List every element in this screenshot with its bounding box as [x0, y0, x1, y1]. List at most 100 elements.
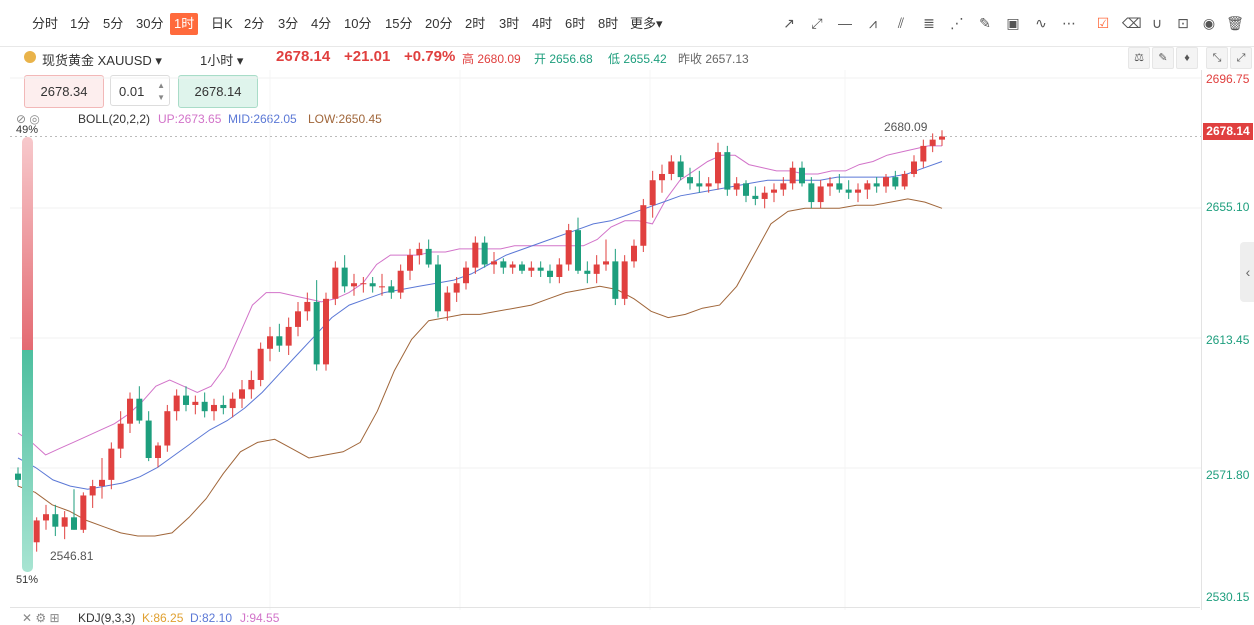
fibonacci-icon[interactable]: ≣: [920, 14, 938, 32]
timeframe-3[interactable]: 30分: [132, 13, 167, 35]
polyline-icon[interactable]: ⩘: [864, 14, 882, 32]
candle-body: [939, 136, 945, 140]
candle-body: [911, 161, 917, 174]
candle: [295, 301, 301, 337]
lock-icon[interactable]: ⊡: [1174, 14, 1192, 32]
candle: [71, 489, 77, 530]
candle-body: [229, 398, 236, 409]
candle: [612, 248, 619, 306]
timeframe-16[interactable]: 8时: [594, 13, 622, 35]
candle-body: [220, 404, 227, 409]
timeframe-11[interactable]: 20分: [421, 13, 456, 35]
symbol-selector[interactable]: 现货黄金 XAUUSD ▾: [42, 50, 162, 69]
horizontal-line-icon[interactable]: —: [836, 14, 854, 32]
candle: [631, 239, 637, 268]
wave-icon[interactable]: ∿: [1032, 14, 1050, 32]
candle-body: [659, 173, 665, 181]
candle-body: [677, 161, 684, 178]
fullscreen-icon[interactable]: ⤢: [1230, 47, 1252, 69]
boll-upper-line: [17, 145, 942, 456]
candle: [640, 198, 647, 253]
candle: [687, 167, 693, 190]
candle: [939, 130, 945, 146]
candle: [257, 342, 264, 387]
sentiment-top-pct: 49%: [16, 124, 39, 136]
kdj-controls-icon[interactable]: ✕ ⚙ ⊞: [22, 611, 60, 625]
magnet-icon[interactable]: ∪: [1148, 14, 1166, 32]
more-tools-icon[interactable]: ⋯: [1060, 14, 1078, 32]
price-chart[interactable]: [0, 70, 1201, 610]
timeframe-13[interactable]: 3时: [495, 13, 523, 35]
candle: [323, 292, 329, 371]
candle-body: [463, 267, 469, 284]
parallel-line-icon[interactable]: ⫽: [892, 14, 910, 32]
fan-icon[interactable]: ⋰: [948, 14, 966, 32]
candle: [892, 170, 899, 190]
draw-mode-icon[interactable]: ✎: [1152, 47, 1174, 69]
candle-body: [808, 183, 815, 203]
trash-icon[interactable]: 🗑: [1226, 14, 1244, 32]
timeframe-6[interactable]: 2分: [240, 13, 268, 35]
candle: [211, 398, 217, 421]
candle: [603, 239, 609, 271]
timeframe-1[interactable]: 1分: [66, 13, 94, 35]
candle: [463, 261, 469, 290]
candle: [752, 186, 759, 206]
kdj-j-value: J:94.55: [240, 611, 280, 625]
pencil-icon[interactable]: ✎: [976, 14, 994, 32]
eye-icon[interactable]: ◉: [1200, 14, 1218, 32]
candle: [911, 155, 917, 178]
candle: [276, 323, 283, 352]
candle-body: [201, 401, 208, 412]
candle: [416, 242, 423, 265]
candle-body: [108, 448, 115, 480]
side-panel-toggle[interactable]: ‹: [1240, 242, 1254, 302]
candle-body: [257, 348, 264, 380]
price-change-pct: +0.79%: [404, 48, 456, 65]
trend-line-icon[interactable]: ↗: [780, 14, 798, 32]
candle: [472, 236, 479, 274]
timeframe-7[interactable]: 3分: [274, 13, 302, 35]
y-tick: 2613.45: [1206, 333, 1250, 347]
candle: [192, 395, 199, 415]
candle-body: [565, 230, 572, 265]
candle: [556, 258, 563, 284]
candle: [677, 155, 684, 181]
collapse-icon[interactable]: ⤡: [1206, 47, 1228, 69]
timeframe-5[interactable]: 日K: [207, 13, 237, 35]
timeframe-8[interactable]: 4分: [307, 13, 335, 35]
period-selector[interactable]: 1小时 ▾: [200, 50, 243, 69]
candle: [789, 161, 796, 190]
image-icon[interactable]: ▣: [1004, 14, 1022, 32]
indicator-icon[interactable]: ♦: [1176, 47, 1198, 69]
candle-body: [575, 230, 581, 271]
candle: [89, 479, 96, 508]
candle: [341, 255, 348, 293]
candle: [668, 155, 675, 181]
timeframe-15[interactable]: 6时: [561, 13, 589, 35]
timeframe-10[interactable]: 15分: [381, 13, 416, 35]
candle-body: [696, 183, 703, 187]
candle-body: [901, 173, 908, 187]
edit-icon[interactable]: ☑: [1094, 14, 1112, 32]
chart-settings-icon[interactable]: ⚖: [1128, 47, 1150, 69]
timeframe-4[interactable]: 1时: [170, 13, 199, 35]
candle-body: [164, 411, 171, 446]
low-price: 低 2655.42: [608, 52, 667, 66]
bollinger-bands: [17, 145, 943, 537]
candle-body: [528, 267, 535, 271]
timeframe-9[interactable]: 10分: [340, 13, 375, 35]
candle: [743, 180, 749, 203]
candle-body: [145, 420, 152, 459]
timeframe-12[interactable]: 2时: [461, 13, 489, 35]
eraser-icon[interactable]: ⌫: [1122, 14, 1142, 32]
timeframe-2[interactable]: 5分: [99, 13, 127, 35]
candle: [407, 248, 413, 281]
candle-body: [752, 195, 759, 199]
timeframe-0[interactable]: 分时: [28, 13, 62, 35]
timeframe-17[interactable]: 更多▾: [626, 13, 667, 35]
ray-line-icon[interactable]: ⤢: [808, 14, 826, 32]
timeframe-14[interactable]: 4时: [528, 13, 556, 35]
candle-body: [509, 264, 516, 268]
candle: [201, 392, 208, 418]
